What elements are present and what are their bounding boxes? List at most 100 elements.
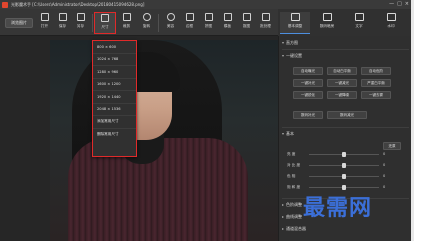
section-channel-mixer-label: 通道混合器 (286, 226, 307, 231)
size-option[interactable]: 800 × 600 (93, 41, 136, 54)
auto-white-balance-button[interactable]: 自动白平衡 (327, 67, 357, 75)
chevron-right-icon: ▸ (282, 226, 285, 231)
section-curves[interactable]: ▸ 曲线调整 (282, 214, 302, 220)
image-canvas[interactable] (0, 36, 278, 241)
auto-exposure-button[interactable]: 自动曝光 (293, 67, 323, 75)
maximize-button[interactable]: □ (397, 1, 402, 8)
size-option[interactable]: 1280 × 960 (93, 66, 136, 79)
tool-batch[interactable]: 批处理 (257, 12, 274, 34)
tool-beauty[interactable]: 美容 (162, 12, 179, 34)
tab-digital-darkroom-label: 数码暗房 (319, 24, 335, 28)
chevron-down-icon: ▾ (282, 53, 285, 58)
app-logo-icon (2, 1, 8, 8)
tab-text-label: 文字 (355, 24, 363, 28)
tab-watermark-label: 水印 (387, 24, 395, 28)
section-curves-label: 曲线调整 (286, 214, 303, 219)
scroll-track (411, 0, 414, 241)
camera-icon (322, 13, 332, 21)
hue-label: 色 相 (287, 174, 296, 178)
section-basic-label: 基本 (286, 131, 295, 136)
tool-crop-label: 裁剪 (122, 24, 131, 28)
save-icon (58, 13, 67, 21)
section-basic[interactable]: ▾ 基本 (282, 131, 294, 137)
dehaze-button[interactable]: 一键去雾 (361, 91, 391, 99)
tool-save-label: 保存 (58, 24, 67, 28)
tool-template[interactable]: 模板 (219, 12, 236, 34)
auto-levels-button[interactable]: 自动色阶 (361, 67, 391, 75)
watermark-icon (386, 13, 396, 21)
slider-knob[interactable] (342, 174, 346, 179)
tab-digital-darkroom[interactable]: 数码暗房 (312, 12, 342, 34)
reset-button[interactable]: 还原 (383, 142, 401, 150)
section-histogram[interactable]: ▾ 直方图 (282, 40, 298, 46)
add-size-option[interactable]: 添加常用尺寸 (93, 116, 136, 129)
toolbar-divider (158, 14, 159, 32)
denoise-button[interactable]: 一键降噪 (327, 91, 357, 99)
tool-cutout[interactable]: 抠图 (238, 12, 255, 34)
text-icon (354, 13, 364, 21)
brightness-slider[interactable] (309, 152, 379, 157)
size-option[interactable]: 2048 × 1536 (93, 104, 136, 116)
section-levels-label: 色阶调整 (286, 202, 303, 207)
tool-save-as-label: 另存 (76, 24, 85, 28)
adjust-icon (290, 13, 300, 21)
slider-knob[interactable] (342, 163, 346, 168)
tab-watermark[interactable]: 水印 (376, 12, 406, 34)
tool-save[interactable]: 保存 (54, 12, 71, 34)
sharpen-button[interactable]: 一键锐化 (293, 91, 323, 99)
hue-slider[interactable] (309, 174, 379, 179)
chevron-down-icon: ▾ (282, 131, 285, 136)
digital-fill-light-button[interactable]: 数码补光 (293, 111, 323, 119)
saturation-value: 0 (383, 185, 386, 189)
tool-cutout-label: 抠图 (242, 24, 251, 28)
delete-size-option[interactable]: 删除常用尺寸 (93, 129, 136, 142)
tool-resize[interactable]: 尺寸 (94, 12, 116, 34)
section-oneclick[interactable]: ▾ 一键设置 (282, 53, 302, 59)
tool-collage[interactable]: 拼图 (200, 12, 217, 34)
cutout-icon (242, 13, 251, 21)
chevron-right-icon: ▸ (282, 214, 285, 219)
digital-reduce-light-button[interactable]: 数码减光 (327, 111, 367, 119)
collage-icon (204, 13, 213, 21)
contrast-label: 对 比 度 (287, 163, 301, 167)
divider (282, 127, 409, 128)
tool-save-as[interactable]: 另存 (72, 12, 89, 34)
tool-frame-label: 边框 (185, 24, 194, 28)
beauty-icon (166, 13, 175, 21)
size-option[interactable]: 1920 × 1440 (93, 91, 136, 104)
size-option[interactable]: 1024 × 768 (93, 54, 136, 66)
hue-value: 0 (383, 174, 386, 178)
size-option[interactable]: 1600 × 1200 (93, 79, 136, 91)
watermark-text: 最需网 (303, 195, 373, 221)
tab-text[interactable]: 文字 (344, 12, 374, 34)
photo-image (50, 40, 278, 241)
window-title: 光影魔术手 [C:\Users\Administrator\Desktop\20… (11, 1, 145, 7)
app-window: 光影魔术手 [C:\Users\Administrator\Desktop\20… (0, 0, 411, 241)
tool-open[interactable]: 打开 (36, 12, 53, 34)
divider (282, 49, 409, 50)
slider-knob[interactable] (342, 152, 346, 157)
close-button[interactable]: × (405, 1, 409, 8)
saturation-slider[interactable] (309, 185, 379, 190)
tool-crop[interactable]: 裁剪 (118, 12, 135, 34)
template-icon (223, 13, 232, 21)
window-controls: — □ × (389, 1, 409, 8)
contrast-slider[interactable] (309, 163, 379, 168)
chevron-right-icon: ▸ (282, 202, 285, 207)
tab-basic-adjust-label: 基本调整 (287, 24, 303, 28)
tool-open-label: 打开 (40, 24, 49, 28)
title-bar: 光影魔术手 [C:\Users\Administrator\Desktop\20… (0, 0, 411, 9)
tool-rotate[interactable]: 旋转 (138, 12, 155, 34)
minimize-button[interactable]: — (389, 1, 394, 8)
strict-white-balance-button[interactable]: 严重白平衡 (361, 79, 391, 87)
tab-basic-adjust[interactable]: 基本调整 (280, 12, 310, 34)
tool-frame[interactable]: 边框 (181, 12, 198, 34)
section-channel-mixer[interactable]: ▸ 通道混合器 (282, 226, 306, 232)
right-panel-tabs: 基本调整 数码暗房 文字 水印 (278, 9, 411, 36)
reduce-light-button[interactable]: 一键减光 (327, 79, 357, 87)
rotate-icon (142, 13, 151, 21)
save-as-icon (76, 13, 85, 21)
fill-light-button[interactable]: 一键补光 (293, 79, 323, 87)
browse-images-button[interactable]: 浏览图片 (5, 18, 33, 28)
section-levels[interactable]: ▸ 色阶调整 (282, 202, 302, 208)
